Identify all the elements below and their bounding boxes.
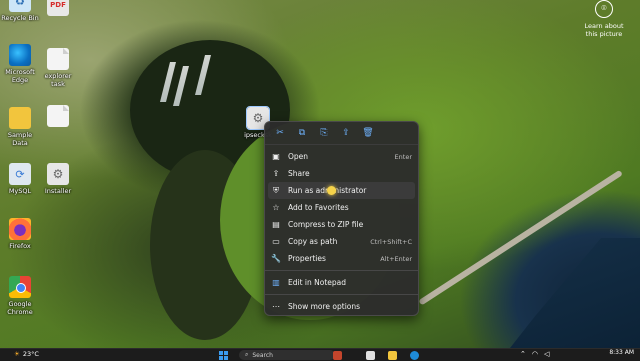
desktop-icon-recycle-bin[interactable]: ♻ Recycle Bin: [0, 0, 40, 22]
desktop-icon-pdf[interactable]: PDF: [38, 0, 78, 18]
document-icon: [47, 105, 69, 127]
more-options-icon: ⋯: [272, 302, 280, 311]
volume-icon[interactable]: ◁: [544, 350, 549, 358]
pdf-icon: PDF: [47, 0, 69, 16]
pdf-badge: PDF: [50, 1, 66, 9]
notepad-icon: ▥: [272, 278, 280, 287]
menu-item-edit-in-notepad[interactable]: ▥ Edit in Notepad: [265, 274, 418, 291]
taskbar-edge-icon[interactable]: [410, 351, 419, 360]
recycle-bin-icon: ♻: [9, 0, 31, 12]
system-tray: ⌃ ◠ ◁: [520, 350, 549, 358]
search-icon: ⌕: [245, 351, 249, 358]
folder-icon: [9, 107, 31, 129]
taskbar-app-icon[interactable]: [333, 351, 342, 360]
desktop-icon-gear-app[interactable]: ⚙ Installer: [38, 163, 78, 195]
chrome-icon: [9, 276, 31, 298]
chevron-up-icon[interactable]: ⌃: [520, 350, 526, 358]
share-icon: ⇪: [272, 169, 280, 178]
menu-item-add-to-favorites[interactable]: ☆ Add to Favorites: [265, 199, 418, 216]
delete-button[interactable]: 🗑: [357, 124, 379, 142]
camera-icon: ⌾: [595, 0, 613, 18]
desktop-icon-folder[interactable]: Sample Data: [0, 107, 40, 147]
menu-separator: [265, 270, 418, 271]
desktop-icon-setup[interactable]: ⟳ MySQL: [0, 163, 40, 195]
menu-item-run-as-administrator[interactable]: ⛨ Run as administrator: [268, 182, 415, 199]
desktop-icon-doc-file[interactable]: [38, 105, 78, 129]
mouse-cursor: [327, 186, 336, 195]
scissors-icon: ✂: [276, 128, 284, 138]
weather-temp: 23°C: [22, 350, 39, 358]
desktop-icon-text-file[interactable]: explorer task: [38, 48, 78, 88]
search-box[interactable]: ⌕ Search: [239, 350, 335, 360]
rename-button[interactable]: ⎘: [313, 124, 335, 142]
rename-icon: ⎘: [320, 128, 328, 138]
star-icon: ☆: [272, 203, 280, 212]
context-menu-toolbar: ✂ ⧉ ⎘ ⇪ 🗑: [265, 122, 418, 145]
learn-about-picture[interactable]: ⌾ Learn about this picture: [578, 0, 630, 38]
clock[interactable]: 8:33 AM: [609, 349, 634, 356]
learn-about-label: Learn about this picture: [584, 22, 624, 38]
firefox-icon: [9, 218, 31, 240]
taskbar-file-explorer-icon[interactable]: [388, 351, 397, 360]
menu-item-open[interactable]: ▣ Open Enter: [265, 148, 418, 165]
clock-time: 8:33 AM: [609, 349, 634, 356]
start-button[interactable]: [219, 351, 228, 360]
menu-item-show-more-options[interactable]: ⋯ Show more options: [265, 298, 418, 315]
sun-icon: ☀: [14, 350, 20, 358]
gear-icon: ⚙: [47, 163, 69, 185]
wrench-icon: 🔧: [271, 254, 281, 263]
taskbar-task-view-icon[interactable]: [366, 351, 375, 360]
wifi-icon[interactable]: ◠: [532, 350, 538, 358]
menu-item-share[interactable]: ⇪ Share: [265, 165, 418, 182]
cut-button[interactable]: ✂: [269, 124, 291, 142]
context-menu: ✂ ⧉ ⎘ ⇪ 🗑 ▣ Open Enter ⇪ Share ⛨ Run as …: [264, 121, 419, 316]
sea: [510, 238, 640, 348]
copy-icon: ⧉: [298, 128, 306, 138]
taskbar: ☀ 23°C ⌕ Search ⌃ ◠ ◁ 8:33 AM: [0, 348, 640, 361]
setup-icon: ⟳: [9, 163, 31, 185]
weather-widget[interactable]: ☀ 23°C: [14, 350, 39, 358]
desktop-icon-edge[interactable]: Microsoft Edge: [0, 44, 40, 84]
zip-icon: ▤: [272, 220, 280, 229]
shield-icon: ⛨: [273, 185, 279, 195]
menu-item-compress-zip[interactable]: ▤ Compress to ZIP file: [265, 216, 418, 233]
share-toolbar-button[interactable]: ⇪: [335, 124, 357, 142]
copy-button[interactable]: ⧉: [291, 124, 313, 142]
trash-icon: 🗑: [362, 128, 374, 138]
edge-icon: [9, 44, 31, 66]
document-icon: [47, 48, 69, 70]
menu-item-copy-as-path[interactable]: ▭ Copy as path Ctrl+Shift+C: [265, 233, 418, 250]
path-icon: ▭: [272, 237, 280, 246]
menu-separator: [265, 294, 418, 295]
menu-item-properties[interactable]: 🔧 Properties Alt+Enter: [265, 250, 418, 267]
share-icon: ⇪: [342, 128, 350, 138]
open-icon: ▣: [272, 152, 280, 161]
desktop-icon-chrome[interactable]: Google Chrome: [0, 276, 40, 316]
search-placeholder: Search: [252, 351, 273, 359]
desktop-icon-firefox[interactable]: Firefox: [0, 218, 40, 250]
